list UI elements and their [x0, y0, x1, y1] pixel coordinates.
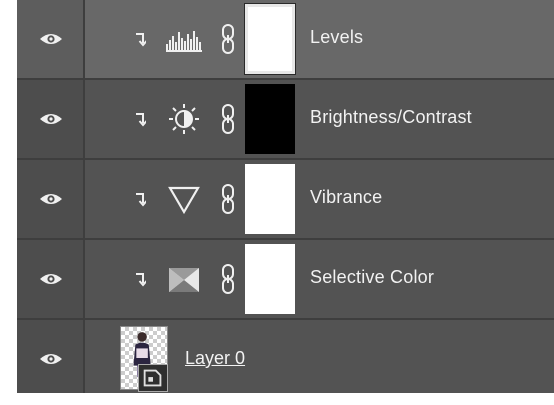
layer-mask-thumbnail[interactable] [245, 244, 295, 314]
smart-object-icon [138, 364, 168, 392]
layer-name[interactable]: Levels [310, 27, 363, 48]
mask-link-icon[interactable] [219, 263, 239, 295]
layer-name[interactable]: Layer 0 [185, 348, 245, 369]
eye-icon[interactable] [39, 111, 63, 127]
visibility-column[interactable] [17, 240, 85, 318]
levels-histogram-icon[interactable] [165, 22, 203, 56]
visibility-column[interactable] [17, 80, 85, 158]
layer-mask-thumbnail[interactable] [245, 84, 295, 154]
mask-link-icon[interactable] [219, 183, 239, 215]
layer-mask-thumbnail[interactable] [244, 3, 296, 75]
eye-icon[interactable] [39, 191, 63, 207]
mask-link-icon[interactable] [219, 23, 239, 55]
layer-row-vibrance[interactable]: Vibrance [17, 160, 554, 240]
brightness-contrast-icon[interactable] [165, 102, 203, 136]
layers-panel: Levels Brightness/Contrast Vibrance Sele… [17, 0, 554, 393]
mask-link-icon[interactable] [219, 103, 239, 135]
layer-row-selective-color[interactable]: Selective Color [17, 240, 554, 320]
layer-row-layer-0[interactable]: Layer 0 [17, 320, 554, 393]
layer-name[interactable]: Vibrance [310, 187, 382, 208]
layer-name[interactable]: Brightness/Contrast [310, 107, 472, 128]
visibility-column[interactable] [17, 0, 85, 78]
visibility-column[interactable] [17, 160, 85, 238]
eye-icon[interactable] [39, 31, 63, 47]
eye-icon[interactable] [39, 271, 63, 287]
selective-color-icon[interactable] [165, 262, 203, 296]
clipping-arrow-icon [136, 113, 146, 127]
layer-row-brightness-contrast[interactable]: Brightness/Contrast [17, 80, 554, 160]
clipping-arrow-icon [136, 193, 146, 207]
clipping-arrow-icon [136, 33, 146, 47]
vibrance-triangle-icon[interactable] [165, 182, 203, 216]
layer-mask-thumbnail[interactable] [245, 164, 295, 234]
layer-name[interactable]: Selective Color [310, 267, 434, 288]
eye-icon[interactable] [39, 351, 63, 367]
clipping-arrow-icon [136, 273, 146, 287]
visibility-column[interactable] [17, 320, 85, 393]
layer-row-levels[interactable]: Levels [17, 0, 554, 80]
